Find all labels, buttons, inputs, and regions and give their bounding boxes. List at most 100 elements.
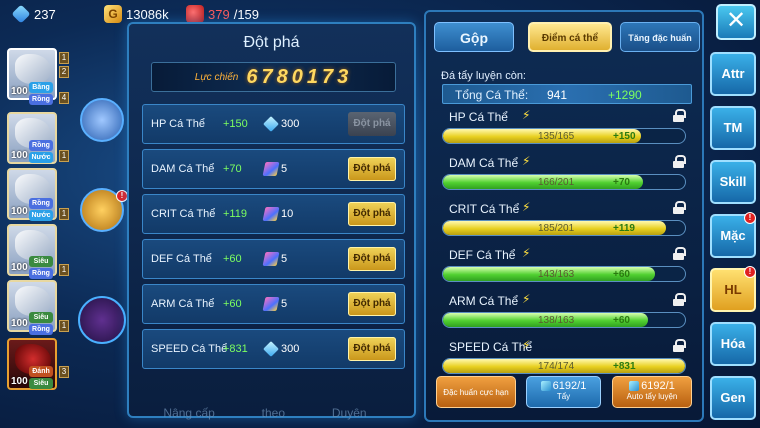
auto-label: Auto tẩy luyện <box>626 392 678 401</box>
stat-dam: DAM Cá Thể ⚡ 166/201 +70 <box>442 154 694 196</box>
stamina-current: 379 <box>208 6 230 22</box>
book-icon <box>262 162 280 176</box>
lock-icon[interactable] <box>673 247 686 260</box>
type-tag: Siêu <box>29 256 53 267</box>
stat-arm: ARM Cá Thể ⚡ 138/163 +60 <box>442 292 694 334</box>
combat-power: Lực chiến 6780173 <box>151 62 396 92</box>
lightning-icon: ⚡ <box>522 154 531 168</box>
roster-badge: 1 <box>59 264 69 276</box>
lock-icon[interactable] <box>673 339 686 352</box>
breakthrough-button[interactable]: Đột phá <box>348 337 396 361</box>
breakthrough-button[interactable]: Đột phá <box>348 247 396 271</box>
breakthrough-button[interactable]: Đột phá <box>348 112 396 136</box>
stat-increase: +150 <box>613 131 636 142</box>
stat-increase: +831 <box>223 343 248 355</box>
nav-evolve[interactable]: Hóa <box>710 322 756 366</box>
stat-name: HP Cá Thể <box>449 110 508 124</box>
stat-increase: +60 <box>613 269 630 280</box>
lock-icon[interactable] <box>673 109 686 122</box>
lightning-icon: ⚡ <box>522 292 531 306</box>
stat-bar: 174/174 +831 <box>442 358 686 374</box>
tab-upgrade[interactable]: Nâng cấp <box>163 406 214 420</box>
lock-icon[interactable] <box>673 201 686 214</box>
type-tag: Rồng <box>29 94 53 105</box>
tab-follow[interactable]: theo <box>262 406 285 420</box>
cost-value: 300 <box>281 343 300 355</box>
total-label: Tổng Cá Thể: <box>455 88 529 102</box>
held-item-slot[interactable] <box>80 98 124 142</box>
lock-icon[interactable] <box>673 293 686 306</box>
stat-name: ARM Cá Thể <box>151 298 215 310</box>
stat-name: SPEED Cá Thể <box>449 340 533 354</box>
monster-level: 100 <box>11 206 28 217</box>
breakthrough-button[interactable]: Đột phá <box>348 202 396 226</box>
stamina-potion-icon <box>186 5 204 23</box>
lock-icon[interactable] <box>673 155 686 168</box>
stat-speed: SPEED Cá Thể ⚡ 174/174 +831 <box>442 338 694 380</box>
type-tag: Nước <box>29 210 53 221</box>
stat-ratio: 166/201 <box>538 177 575 188</box>
stat-increase: +60 <box>223 298 242 310</box>
gem-counter: 237 <box>11 4 56 24</box>
monster-level: 100 <box>11 318 28 329</box>
book-icon <box>262 297 280 311</box>
stat-increase: +70 <box>223 163 242 175</box>
breakthrough-button[interactable]: Đột phá <box>348 157 396 181</box>
stat-bar: 166/201 +70 <box>442 174 686 190</box>
stamina-max: /159 <box>233 6 260 22</box>
wash-label: Tẩy <box>556 392 571 401</box>
tab-affinity[interactable]: Duyên <box>332 406 367 420</box>
cost-value: 300 <box>281 118 300 130</box>
breakthrough-button[interactable]: Đột phá <box>348 292 396 316</box>
stamina-counter: 379/159 <box>186 4 259 24</box>
tab-individual-points[interactable]: Điểm cá thể <box>528 22 612 52</box>
monster-level: 100 <box>11 376 28 387</box>
type-tag: Siêu <box>29 378 53 389</box>
monster-level: 100 <box>11 86 28 97</box>
breakthrough-row-hp: HP Cá Thể +150 300 Đột phá <box>142 104 405 144</box>
nav-gen[interactable]: Gen <box>710 376 756 420</box>
wash-button[interactable]: 6192/1 Tẩy <box>526 376 601 408</box>
tab-merge[interactable]: Gộp <box>434 22 514 52</box>
type-tag: Nước <box>29 152 53 163</box>
stat-crit: CRIT Cá Thể ⚡ 185/201 +119 <box>442 200 694 242</box>
trainer-avatar[interactable] <box>78 296 126 344</box>
combat-power-label: Lực chiến <box>194 71 239 83</box>
roster-badge: 3 <box>59 366 69 378</box>
lightning-icon: ⚡ <box>522 200 531 214</box>
stat-ratio: 185/201 <box>538 223 575 234</box>
stat-bar: 135/165 +150 <box>442 128 686 144</box>
stat-increase: +150 <box>223 118 248 130</box>
cost-value: 5 <box>281 298 288 310</box>
stat-name: CRIT Cá Thể <box>151 208 216 220</box>
nav-tm[interactable]: TM <box>710 106 756 150</box>
gold-counter: G 13086k <box>104 4 169 24</box>
stat-increase: +60 <box>613 315 630 326</box>
gem-icon <box>11 4 31 24</box>
background-bottom-tabs: Nâng cấp theo Duyên <box>140 380 390 420</box>
tab-special-training[interactable]: Tăng đặc huấn <box>620 22 700 52</box>
nav-skill[interactable]: Skill <box>710 160 756 204</box>
gold-coin-icon: G <box>104 5 122 23</box>
stat-bar: 143/163 +60 <box>442 266 686 282</box>
individual-stats-panel: Gộp Điểm cá thể Tăng đặc huấn Đá tẩy luy… <box>424 10 704 422</box>
stat-hp: HP Cá Thể ⚡ 135/165 +150 <box>442 108 694 150</box>
lightning-icon: ⚡ <box>522 108 531 122</box>
stat-def: DEF Cá Thể ⚡ 143/163 +60 <box>442 246 694 288</box>
nav-attr[interactable]: Attr <box>710 52 756 96</box>
roster-badge: 1 <box>59 208 69 220</box>
stat-bar: 185/201 +119 <box>442 220 686 236</box>
stat-increase: +119 <box>223 208 247 220</box>
lightning-icon: ⚡ <box>522 246 531 260</box>
type-tag: Rồng <box>29 268 53 279</box>
roster-badge: 1 <box>59 52 69 64</box>
intensive-training-button[interactable]: Đặc huấn cực hạn <box>436 376 516 408</box>
breakthrough-panel: Đột phá Lực chiến 6780173 HP Cá Thể +150… <box>127 22 416 418</box>
stat-ratio: 143/163 <box>538 269 575 280</box>
stat-name: DEF Cá Thể <box>449 248 516 262</box>
close-button[interactable]: ✕ <box>716 4 756 40</box>
roster-badge: 1 <box>59 150 69 162</box>
auto-wash-button[interactable]: 6192/1 Auto tẩy luyện <box>612 376 692 408</box>
wash-count: 6192/1 <box>552 380 587 392</box>
total-increase: +1290 <box>608 88 642 102</box>
